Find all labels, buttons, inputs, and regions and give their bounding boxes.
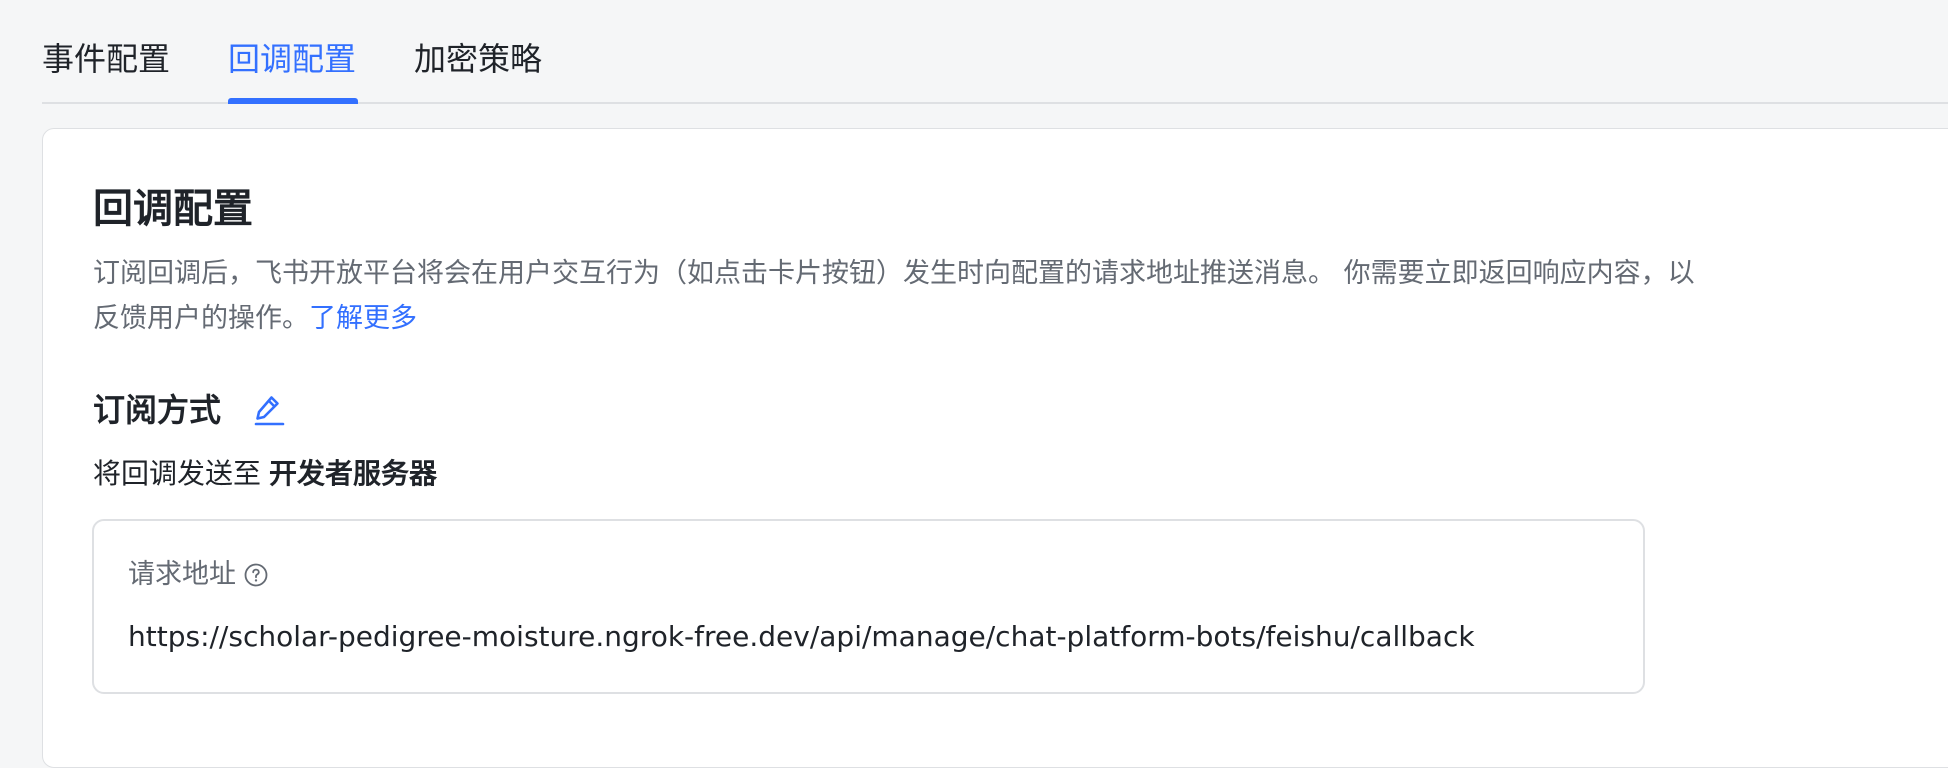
question-circle-icon[interactable] [244,563,268,587]
card-title: 回调配置 [93,186,253,232]
tab-callback-config[interactable]: 回调配置 [228,36,356,82]
request-url-box: 请求地址 https://scholar-pedigree-moisture.n… [92,519,1645,694]
callback-config-card: 回调配置 订阅回调后，飞书开放平台将会在用户交互行为（如点击卡片按钮）发生时向配… [42,128,1948,768]
tab-event-config[interactable]: 事件配置 [42,36,170,82]
send-prefix: 将回调发送至 [93,457,262,490]
request-url-label: 请求地址 [128,559,236,590]
send-destination: 将回调发送至 开发者服务器 [93,453,437,495]
subscription-method-title: 订阅方式 [93,391,222,429]
tab-bar: 事件配置 回调配置 加密策略 [42,0,1948,104]
learn-more-link[interactable]: 了解更多 [309,303,417,334]
tab-encryption-strategy[interactable]: 加密策略 [414,36,542,82]
request-url-label-row: 请求地址 [128,555,268,595]
edit-icon[interactable] [253,393,285,427]
send-target: 开发者服务器 [269,457,438,490]
request-url-value: https://scholar-pedigree-moisture.ngrok-… [128,620,1475,653]
active-tab-indicator [228,98,358,104]
card-description: 订阅回调后，飞书开放平台将会在用户交互行为（如点击卡片按钮）发生时向配置的请求地… [93,251,1713,341]
